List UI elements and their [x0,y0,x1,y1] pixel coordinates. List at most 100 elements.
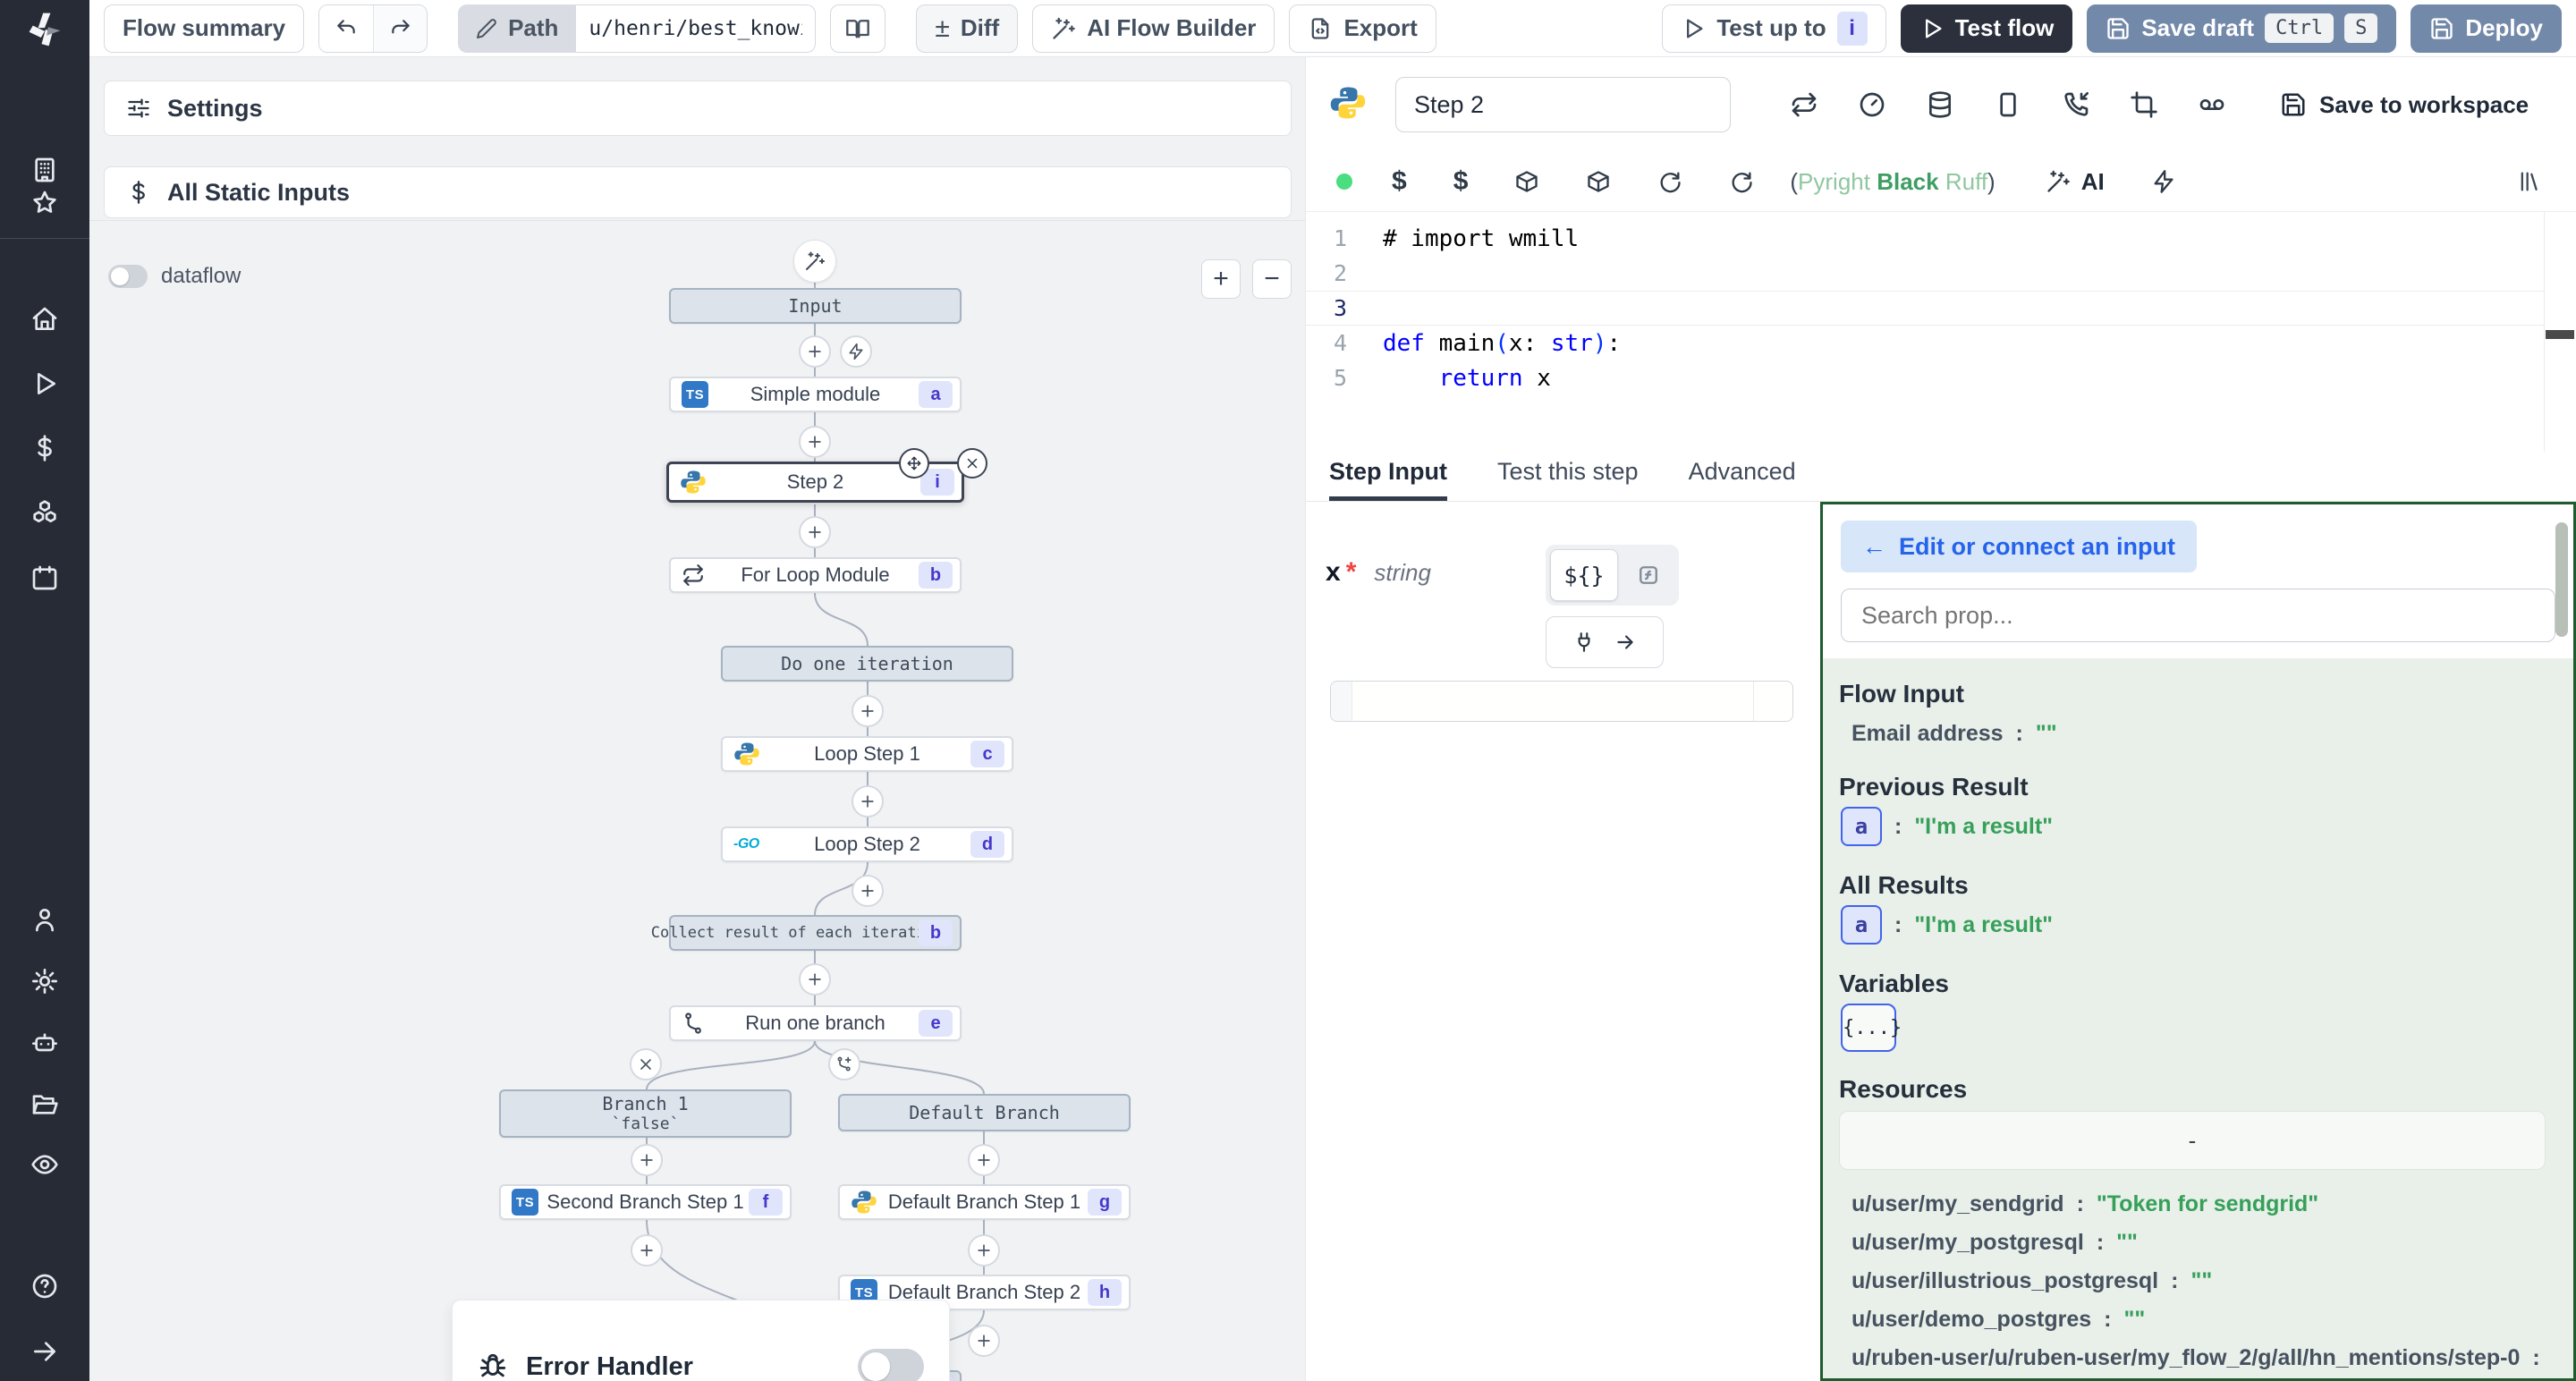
swap-icon[interactable] [1790,90,1818,119]
trigger-zap-button[interactable] [840,335,872,368]
editor-scrollbar[interactable] [2544,212,2576,452]
undo-button[interactable] [319,5,373,52]
tab-step-input[interactable]: Step Input [1329,458,1447,501]
tab-test-this-step[interactable]: Test this step [1497,458,1639,501]
node-run-one-branch[interactable]: Run one branch e [669,1005,962,1041]
add-step-button[interactable] [799,516,831,548]
docs-book-button[interactable] [830,4,886,53]
flow-summary-button[interactable]: Flow summary [104,4,304,53]
add-step-button[interactable] [799,335,831,368]
voicemail-icon[interactable] [2198,90,2226,119]
dollar-icon[interactable]: $ [1392,166,1407,197]
prop-row[interactable]: a : "I'm a result" [1841,807,2053,846]
deploy-button[interactable]: Deploy [2411,4,2562,53]
add-step-button[interactable] [799,963,831,996]
add-step-button[interactable] [968,1144,1000,1176]
users-icon[interactable] [30,905,59,934]
result-key-badge[interactable]: a [1841,905,1882,945]
windmill-logo-icon[interactable] [25,10,64,49]
variables-dollar-icon[interactable] [30,434,59,462]
save-draft-button[interactable]: Save draft Ctrl S [2087,4,2396,53]
add-branch-button[interactable] [828,1048,860,1080]
add-step-button[interactable] [631,1234,663,1267]
add-step-button[interactable] [631,1144,663,1176]
code-editor[interactable]: 1 # import wmill 2 3 4 def main(x: str):… [1306,211,2576,451]
dataflow-toggle[interactable] [108,265,148,288]
tab-advanced[interactable]: Advanced [1689,458,1796,501]
package-icon[interactable] [1586,169,1611,194]
folders-icon[interactable] [30,1090,59,1119]
add-step-button[interactable] [852,785,884,818]
prop-row[interactable]: Email address : "" [1852,721,2057,747]
node-branch-1[interactable]: Branch 1 `false` [499,1089,792,1138]
schedules-calendar-icon[interactable] [30,563,59,592]
node-loop-step-2[interactable]: -GO Loop Step 2 d [721,826,1013,862]
function-mode-button[interactable] [1623,549,1674,601]
favorites-star-icon[interactable] [30,189,59,217]
connect-input-button[interactable] [1546,616,1664,668]
move-step-button[interactable] [899,448,929,479]
wand-icon[interactable] [2046,169,2071,194]
node-second-branch-step-1[interactable]: TS Second Branch Step 1 f [499,1184,792,1220]
resource-row[interactable]: u/user/my_sendgrid : "Token for sendgrid… [1852,1191,2318,1217]
library-icon[interactable] [2517,169,2542,194]
resource-row[interactable]: u/ruben-user/u/ruben-user/my_flow_2/g/al… [1852,1345,2540,1371]
home-icon[interactable] [30,305,59,334]
redo-button[interactable] [373,5,427,52]
expand-sidebar-arrow-icon[interactable] [30,1337,59,1366]
database-icon[interactable] [1926,90,1954,119]
resource-row[interactable]: u/user/illustrious_postgresql : "" [1852,1268,2212,1294]
node-simple-module[interactable]: TS Simple module a [669,377,962,412]
arg-value-input[interactable] [1330,681,1793,722]
variables-expand-button[interactable]: {...} [1841,1004,1896,1052]
rotate-icon[interactable] [1657,169,1682,194]
delete-step-button[interactable] [957,448,987,479]
package-icon[interactable] [1514,169,1539,194]
add-step-button[interactable] [852,695,884,727]
gauge-icon[interactable] [1858,90,1886,119]
add-step-button[interactable] [968,1325,1000,1357]
result-key-badge[interactable]: a [1841,807,1882,846]
dollar-icon[interactable]: $ [1453,166,1469,197]
workspace-icon[interactable] [30,156,59,184]
help-icon[interactable] [30,1272,59,1301]
settings-gear-icon[interactable] [30,967,59,996]
node-input[interactable]: Input [669,288,962,324]
audit-eye-icon[interactable] [30,1150,59,1179]
error-handler-toggle[interactable] [858,1349,924,1381]
export-button[interactable]: Export [1289,4,1436,53]
node-default-branch[interactable]: Default Branch [838,1094,1131,1131]
diff-button[interactable]: ± Diff [916,4,1018,53]
remove-branch-button[interactable] [630,1048,662,1080]
ai-label[interactable]: AI [2081,168,2105,196]
ai-flow-builder-button[interactable]: AI Flow Builder [1032,4,1275,53]
phone-incoming-icon[interactable] [2062,90,2090,119]
resources-cubes-icon[interactable] [30,499,59,528]
node-loop-step-1[interactable]: Loop Step 1 c [721,736,1013,772]
rotate-icon[interactable] [1729,169,1754,194]
resource-row[interactable]: u/user/my_postgresql : "" [1852,1230,2138,1256]
window-icon[interactable] [1994,90,2022,119]
add-step-button[interactable] [852,875,884,907]
node-do-one-iteration[interactable]: Do one iteration [721,646,1013,682]
step-name-input[interactable] [1395,77,1731,132]
search-prop-input[interactable] [1841,589,2555,642]
add-step-button[interactable] [799,426,831,458]
runs-play-icon[interactable] [30,369,59,398]
test-flow-button[interactable]: Test flow [1901,4,2073,53]
frame-icon[interactable] [2130,90,2158,119]
node-for-loop[interactable]: For Loop Module b [669,557,962,593]
test-up-to-button[interactable]: Test up to i [1662,4,1885,53]
node-default-branch-step-1[interactable]: Default Branch Step 1 g [838,1184,1131,1220]
panel-scrollbar[interactable] [2555,522,2568,637]
ai-robot-icon[interactable] [30,1029,59,1057]
prop-row[interactable]: a : "I'm a result" [1841,905,2053,945]
flow-settings-row[interactable]: Settings [104,80,1292,136]
zap-icon[interactable] [2151,169,2176,194]
edit-or-connect-button[interactable]: ← Edit or connect an input [1841,521,2197,572]
expression-mode-button[interactable]: ${} [1550,549,1618,601]
path-input[interactable] [576,4,816,53]
ai-graph-wand-button[interactable] [793,240,836,283]
resource-row[interactable]: u/user/demo_postgres : "" [1852,1307,2145,1333]
zoom-in-button[interactable]: + [1201,259,1241,299]
